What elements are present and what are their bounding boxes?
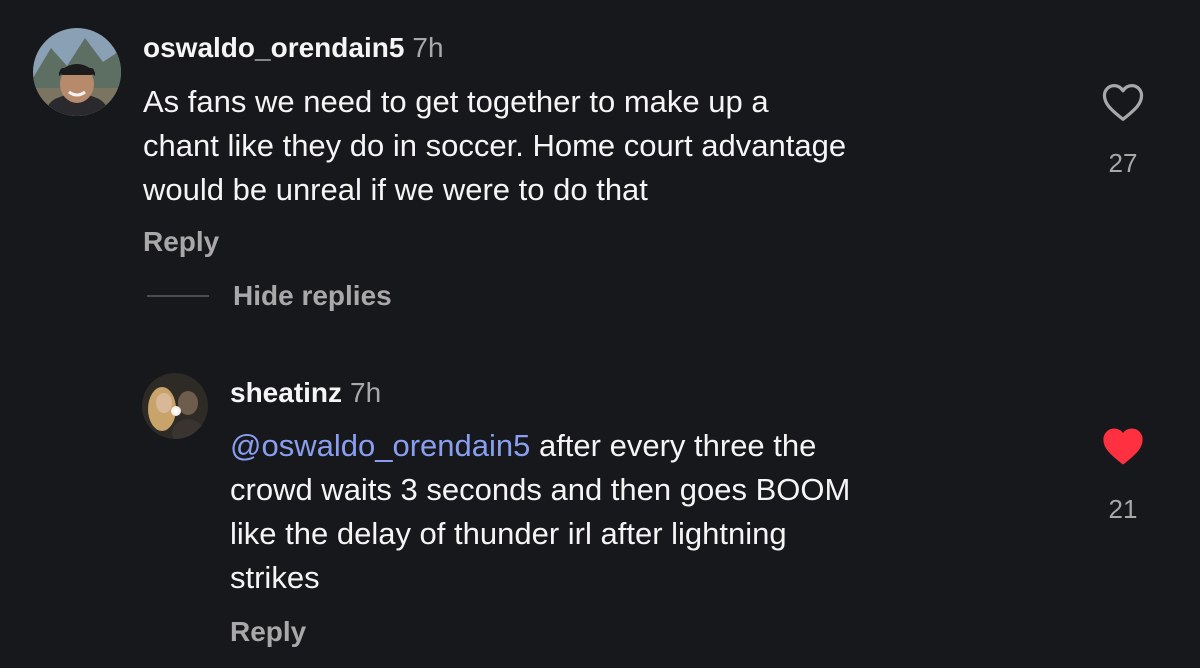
like-button[interactable] [1101,82,1145,122]
reply-username[interactable]: sheatinz 7h [230,377,381,409]
comment-username[interactable]: oswaldo_orendain5 7h [143,32,444,64]
comment-text: As fans we need to get together to make … [143,84,847,207]
reply-button[interactable]: Reply [230,616,306,648]
username-text[interactable]: sheatinz [230,377,342,408]
reply-text: @oswaldo_orendain5 after every three the… [230,424,1090,600]
like-count: 21 [1108,494,1138,524]
username-text[interactable]: oswaldo_orendain5 [143,32,404,63]
avatar[interactable] [33,28,121,116]
like-count: 27 [1108,148,1138,178]
heart-filled-icon [1103,428,1143,465]
comment-time: 7h [412,32,444,63]
mention-link[interactable]: @oswaldo_orendain5 [230,428,530,463]
avatar-photo [33,28,121,116]
hide-replies-label: Hide replies [233,280,392,311]
reply-time: 7h [350,377,382,408]
reply-button[interactable]: Reply [143,226,219,258]
heart-outline-icon [1102,84,1144,121]
hide-replies-button[interactable]: Hide replies [147,280,392,312]
avatar-photo [142,373,208,439]
like-button[interactable] [1101,426,1145,466]
reply-avatar[interactable] [142,373,208,439]
divider-line [147,295,209,297]
